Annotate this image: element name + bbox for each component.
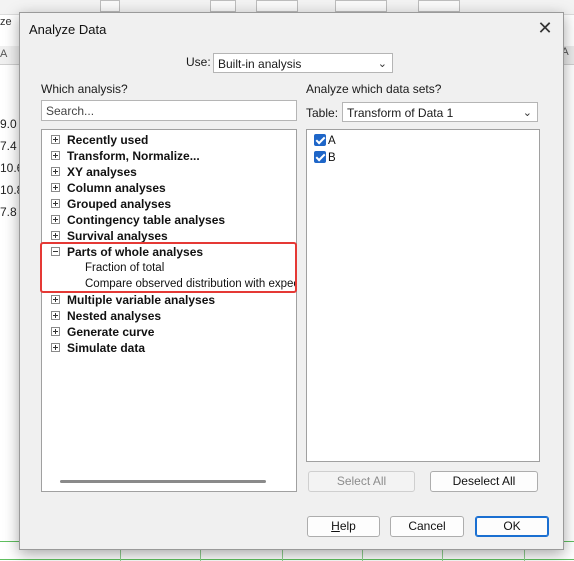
table-select[interactable]: Transform of Data 1 ⌄ — [342, 102, 538, 122]
toolbar-icon — [210, 0, 236, 12]
tree-node-label: Nested analyses — [67, 309, 162, 323]
grid-line — [0, 559, 574, 560]
dialog-titlebar[interactable]: Analyze Data ✕ — [20, 13, 563, 45]
search-input[interactable] — [41, 100, 297, 121]
expand-icon[interactable] — [51, 295, 60, 304]
horizontal-scrollbar[interactable] — [60, 480, 266, 483]
expand-icon[interactable] — [51, 215, 60, 224]
datasets-label: Analyze which data sets? — [306, 82, 442, 96]
background-cell[interactable]: 7.8 — [0, 203, 20, 221]
tree-node-label: Simulate data — [67, 341, 146, 355]
background-cell[interactable]: 10.6 — [0, 159, 23, 177]
dialog-title: Analyze Data — [29, 22, 107, 37]
tree-node-label: Generate curve — [67, 325, 155, 339]
tree-node-label: Transform, Normalize... — [67, 149, 200, 163]
toolbar-icon — [256, 0, 298, 12]
expand-icon[interactable] — [51, 343, 60, 352]
analysis-tree[interactable]: Recently used Transform, Normalize... XY… — [41, 129, 297, 492]
dataset-label: B — [328, 152, 336, 164]
use-select-value: Built-in analysis — [218, 57, 302, 71]
chevron-down-icon: ⌄ — [522, 107, 532, 119]
analyze-data-dialog: Analyze Data ✕ Use: Built-in analysis ⌄ … — [19, 12, 564, 550]
column-letter: A — [0, 48, 8, 60]
ok-button[interactable]: OK — [475, 516, 549, 537]
cancel-button[interactable]: Cancel — [390, 516, 464, 537]
use-label: Use: — [186, 55, 211, 69]
deselect-all-button[interactable]: Deselect All — [430, 471, 538, 492]
tree-node-label: Multiple variable analyses — [67, 293, 216, 307]
tree-child-label: Compare observed distribution with expec… — [85, 278, 297, 290]
select-all-button[interactable]: Select All — [308, 471, 415, 492]
background-cell[interactable]: 9.0 — [0, 115, 20, 133]
toolbar-icon — [418, 0, 460, 12]
help-button-mnemonic: H — [331, 519, 340, 533]
table-select-value: Transform of Data 1 — [347, 106, 454, 120]
checkbox-checked-icon[interactable] — [314, 134, 326, 146]
tree-node-label: Parts of whole analyses — [67, 245, 204, 259]
tree-node-label: Grouped analyses — [67, 197, 172, 211]
toolbar-icon — [100, 0, 120, 12]
table-label: Table: — [306, 106, 339, 120]
tree-node-label: Contingency table analyses — [67, 213, 226, 227]
toolbar-icon — [335, 0, 387, 12]
which-analysis-label: Which analysis? — [41, 82, 128, 96]
expand-icon[interactable] — [51, 151, 60, 160]
tree-node-label: XY analyses — [67, 165, 137, 179]
expand-icon[interactable] — [51, 167, 60, 176]
help-button[interactable]: Help — [307, 516, 380, 537]
tree-child-label: Fraction of total — [85, 262, 165, 274]
datasets-list: A B — [306, 129, 540, 462]
expand-icon[interactable] — [51, 231, 60, 240]
chevron-down-icon: ⌄ — [377, 58, 387, 70]
collapse-icon[interactable] — [51, 247, 60, 256]
tree-node-label: Survival analyses — [67, 229, 168, 243]
tree-node-label: Column analyses — [67, 181, 166, 195]
checkbox-checked-icon[interactable] — [314, 151, 326, 163]
tree-node-label: Recently used — [67, 133, 149, 147]
expand-icon[interactable] — [51, 183, 60, 192]
background-cell[interactable]: 10.8 — [0, 181, 23, 199]
expand-icon[interactable] — [51, 327, 60, 336]
use-select[interactable]: Built-in analysis ⌄ — [213, 53, 393, 73]
expand-icon[interactable] — [51, 199, 60, 208]
dataset-label: A — [328, 135, 336, 147]
help-button-label: elp — [339, 519, 356, 533]
close-icon[interactable]: ✕ — [535, 18, 555, 38]
background-label: ze — [0, 16, 12, 28]
expand-icon[interactable] — [51, 311, 60, 320]
expand-icon[interactable] — [51, 135, 60, 144]
background-cell[interactable]: 7.4 — [0, 137, 20, 155]
